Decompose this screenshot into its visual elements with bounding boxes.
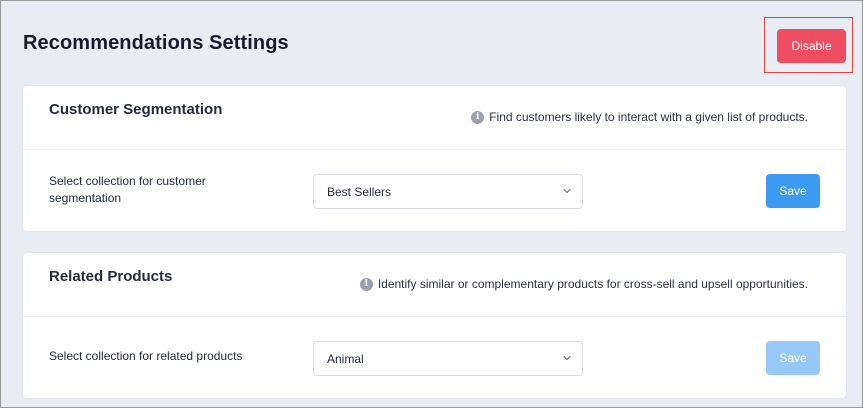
settings-page: Recommendations Settings Disable Custome… xyxy=(0,0,863,408)
info-circle-icon: i xyxy=(359,277,373,291)
save-button[interactable]: Save xyxy=(766,341,820,375)
section-info: i Identify similar or complementary prod… xyxy=(359,277,808,291)
chevron-down-icon xyxy=(563,188,571,194)
related-products-card: Related Products i Identify similar or c… xyxy=(23,253,846,398)
save-button[interactable]: Save xyxy=(766,174,820,208)
section-title: Customer Segmentation xyxy=(49,101,223,118)
section-info: i Find customers likely to interact with… xyxy=(471,110,808,124)
collection-select[interactable]: Best Sellers xyxy=(313,174,583,209)
page-title: Recommendations Settings xyxy=(23,32,289,54)
card-header: Related Products i Identify similar or c… xyxy=(23,253,846,317)
collection-field-label: Select collection for related products xyxy=(49,349,243,363)
section-info-text: Find customers likely to interact with a… xyxy=(489,110,808,124)
chevron-down-icon xyxy=(563,355,571,361)
customer-segmentation-card: Customer Segmentation i Find customers l… xyxy=(23,86,846,231)
disable-button[interactable]: Disable xyxy=(777,29,846,63)
section-info-text: Identify similar or complementary produc… xyxy=(377,277,808,291)
collection-select-value: Animal xyxy=(327,352,364,366)
collection-select[interactable]: Animal xyxy=(313,341,583,376)
card-body: Select collection for customer segmentat… xyxy=(23,150,846,231)
collection-select-value: Best Sellers xyxy=(327,185,392,199)
card-header: Customer Segmentation i Find customers l… xyxy=(23,86,846,150)
info-circle-icon: i xyxy=(471,110,485,124)
card-body: Select collection for related products A… xyxy=(23,317,846,398)
section-title: Related Products xyxy=(49,268,173,285)
collection-field-label: Select collection for customer segmentat… xyxy=(49,174,206,205)
